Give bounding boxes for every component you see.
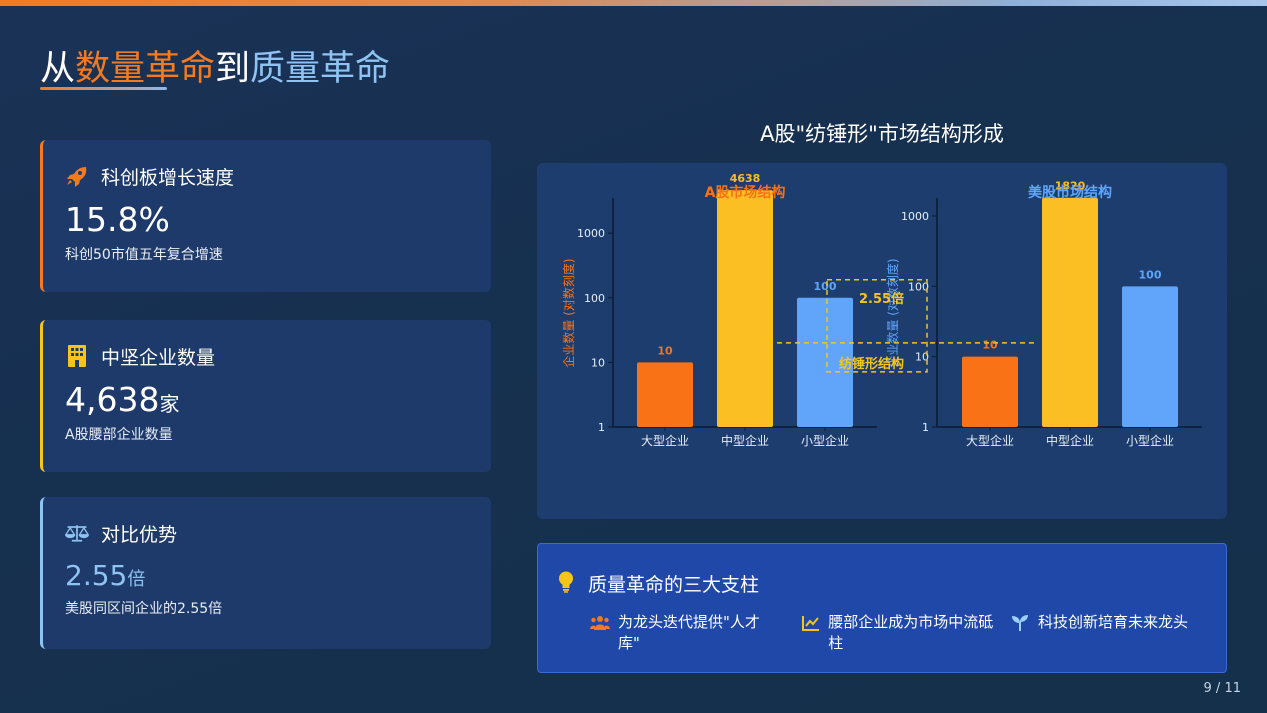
card-title: 对比优势 — [101, 523, 178, 546]
rocket-icon — [65, 164, 89, 188]
page-title: 从数量革命到质量革命 — [40, 40, 390, 91]
top-accent-bar — [0, 0, 1267, 6]
pillars-box: 质量革命的三大支柱 为龙头迭代提供"人才库" 腰部企业成为市场中流砥柱 科技创新… — [537, 543, 1227, 673]
spindle-annotation: 纺锤形结构 — [839, 356, 904, 372]
y-axis-label: 企业数量 (对数刻度) — [561, 258, 576, 367]
pillar-item-talent-pool: 为龙头迭代提供"人才库" — [590, 612, 780, 654]
value-number: 2.55 — [65, 559, 128, 592]
pillar-item-mainstay: 腰部企业成为市场中流砥柱 — [801, 612, 1001, 654]
line-chart-icon — [801, 613, 820, 633]
y-tick-label: 1 — [598, 421, 605, 434]
chart-panel: 1 10 100 1000 企业数量 (对数刻度) 10 大型企业 4638 中型企业 100 小型… — [537, 163, 1227, 519]
bar — [1042, 197, 1098, 427]
stat-card-advantage: 对比优势 2.55倍 美股同区间企业的2.55倍 — [40, 497, 491, 649]
card-header: 中坚企业数量 — [65, 340, 491, 372]
bar — [637, 362, 693, 427]
title-part: 到 — [215, 49, 251, 89]
seedling-icon — [1010, 613, 1030, 633]
value-number: 15.8% — [65, 200, 170, 239]
card-value: 2.55倍 — [65, 559, 491, 592]
title-highlight-quantity: 数量革命 — [75, 49, 216, 89]
bar-value-label: 100 — [1139, 268, 1162, 281]
card-description: 科创50市值五年复合增速 — [65, 247, 223, 264]
building-icon — [65, 344, 89, 368]
value-unit: 倍 — [127, 569, 146, 590]
card-description: 美股同区间企业的2.55倍 — [65, 600, 223, 617]
x-tick-label: 中型企业 — [1046, 433, 1094, 448]
stat-card-midsize-companies: 中坚企业数量 4,638家 A股腰部企业数量 — [40, 320, 491, 472]
chart-heading: A股"纺锤形"市场结构形成 — [760, 122, 1004, 146]
balance-scale-icon — [65, 521, 89, 545]
value-number: 4,638 — [65, 380, 160, 419]
bar-value-label: 10 — [657, 344, 673, 357]
value-unit: 家 — [159, 392, 180, 416]
card-title: 科创板增长速度 — [101, 166, 235, 189]
title-part: 从 — [40, 49, 76, 89]
pillars-header: 质量革命的三大支柱 — [558, 570, 759, 597]
x-tick-label: 小型企业 — [1126, 433, 1174, 448]
subchart-title: A股市场结构 — [705, 184, 786, 201]
y-axis-label: 企业数量 (对数刻度) — [885, 258, 900, 367]
bar — [717, 190, 773, 427]
x-tick-label: 大型企业 — [641, 433, 689, 448]
bar-value-label: 10 — [982, 339, 998, 352]
pillar-text: 科技创新培育未来龙头 — [1038, 613, 1189, 631]
title-underline — [40, 87, 167, 90]
stat-card-growth: 科创板增长速度 15.8% 科创50市值五年复合增速 — [40, 140, 491, 292]
y-tick-label: 1 — [922, 421, 929, 434]
y-tick-label: 100 — [908, 280, 929, 293]
x-tick-label: 小型企业 — [801, 433, 849, 448]
pillar-item-innovation: 科技创新培育未来龙头 — [1010, 612, 1220, 633]
page-number: 9 / 11 — [1203, 681, 1241, 696]
x-tick-label: 中型企业 — [721, 433, 769, 448]
card-value: 4,638家 — [65, 380, 491, 419]
card-title: 中坚企业数量 — [101, 346, 216, 369]
bar — [962, 356, 1018, 427]
title-highlight-quality: 质量革命 — [250, 49, 391, 89]
pillars-title: 质量革命的三大支柱 — [588, 574, 760, 596]
bar-value-label: 100 — [814, 280, 837, 293]
y-tick-label: 100 — [584, 292, 605, 305]
pillar-text: 为龙头迭代提供"人才库" — [618, 613, 760, 652]
y-tick-label: 10 — [591, 356, 605, 369]
bar-value-label: 4638 — [730, 172, 761, 185]
x-tick-label: 大型企业 — [966, 433, 1014, 448]
card-description: A股腰部企业数量 — [65, 427, 173, 444]
card-header: 科创板增长速度 — [65, 160, 491, 192]
y-tick-label: 1000 — [901, 210, 929, 223]
y-tick-label: 1000 — [577, 227, 605, 240]
card-value: 15.8% — [65, 200, 491, 239]
pillar-text: 腰部企业成为市场中流砥柱 — [828, 613, 994, 652]
people-icon — [590, 613, 610, 633]
lightbulb-icon — [558, 571, 574, 597]
bar-chart-svg: 1 10 100 1000 企业数量 (对数刻度) 10 大型企业 4638 中型企业 100 小型… — [561, 172, 1202, 448]
subchart-title: 美股市场结构 — [1028, 184, 1112, 201]
ratio-annotation: 2.55倍 — [859, 291, 904, 307]
bar — [1122, 286, 1178, 427]
card-header: 对比优势 — [65, 517, 491, 549]
